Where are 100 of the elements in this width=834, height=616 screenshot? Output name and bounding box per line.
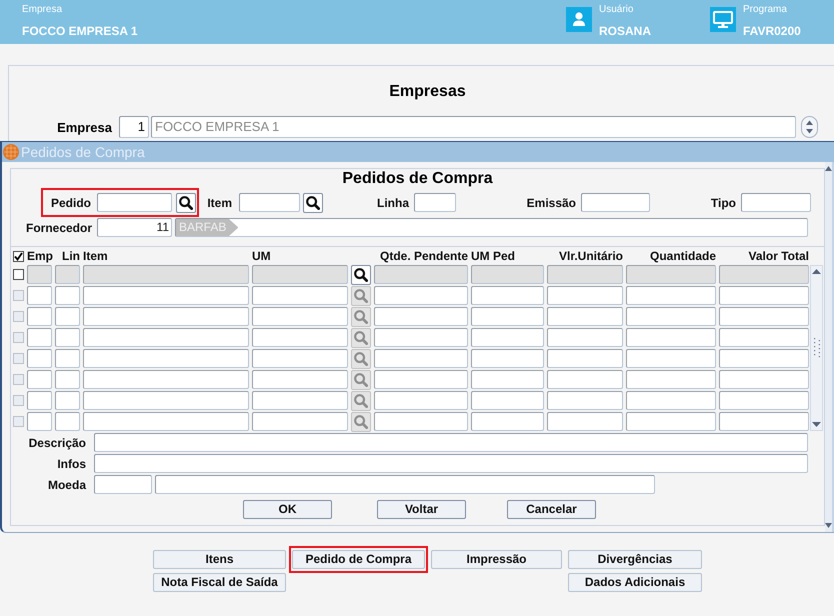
table-input-field[interactable] bbox=[252, 412, 348, 431]
checkbox[interactable] bbox=[13, 269, 24, 280]
window-scrollbar[interactable] bbox=[825, 162, 834, 532]
table-input-field[interactable] bbox=[27, 349, 52, 368]
table-input-field[interactable] bbox=[27, 307, 52, 326]
table-input-field[interactable] bbox=[83, 307, 249, 326]
table-input-field[interactable] bbox=[55, 328, 80, 347]
table-input-field[interactable] bbox=[55, 286, 80, 305]
table-input-field[interactable] bbox=[83, 265, 249, 284]
input-field[interactable] bbox=[414, 193, 456, 212]
table-input-field[interactable] bbox=[471, 265, 544, 284]
table-input-field[interactable] bbox=[27, 286, 52, 305]
table-input-field[interactable] bbox=[719, 370, 809, 389]
table-input-field[interactable] bbox=[626, 328, 716, 347]
table-input-field[interactable] bbox=[547, 412, 623, 431]
table-input-field[interactable] bbox=[27, 412, 52, 431]
table-input-field[interactable] bbox=[374, 370, 468, 389]
input-field[interactable] bbox=[239, 193, 300, 212]
table-input-field[interactable] bbox=[626, 370, 716, 389]
table-input-field[interactable] bbox=[55, 349, 80, 368]
table-input-field[interactable] bbox=[471, 328, 544, 347]
table-input-field[interactable] bbox=[719, 307, 809, 326]
table-input-field[interactable] bbox=[374, 328, 468, 347]
table-input-field[interactable] bbox=[55, 391, 80, 410]
table-input-field[interactable] bbox=[374, 349, 468, 368]
spinner-icon[interactable] bbox=[801, 116, 818, 138]
input-field[interactable] bbox=[94, 433, 808, 452]
table-input-field[interactable] bbox=[252, 328, 348, 347]
table-input-field[interactable] bbox=[471, 412, 544, 431]
table-input-field[interactable] bbox=[83, 328, 249, 347]
search-button[interactable] bbox=[176, 192, 196, 212]
table-input-field[interactable] bbox=[547, 328, 623, 347]
table-input-field[interactable] bbox=[719, 286, 809, 305]
table-input-field[interactable] bbox=[27, 265, 52, 284]
dialog-button[interactable]: OK bbox=[243, 500, 332, 519]
table-input-field[interactable] bbox=[374, 307, 468, 326]
table-input-field[interactable] bbox=[719, 412, 809, 431]
table-input-field[interactable] bbox=[719, 328, 809, 347]
table-input-field[interactable] bbox=[83, 412, 249, 431]
nav-button[interactable]: Itens bbox=[153, 550, 286, 569]
table-input-field[interactable] bbox=[252, 307, 348, 326]
table-input-field[interactable] bbox=[547, 370, 623, 389]
nav-button[interactable]: Nota Fiscal de Saída bbox=[153, 573, 286, 592]
table-input-field[interactable] bbox=[471, 349, 544, 368]
table-input-field[interactable] bbox=[626, 307, 716, 326]
dialog-button[interactable]: Cancelar bbox=[507, 500, 596, 519]
nav-button[interactable]: Impressão bbox=[431, 550, 562, 569]
table-input-field[interactable] bbox=[55, 265, 80, 284]
search-button[interactable] bbox=[303, 192, 323, 212]
nav-button[interactable]: Divergências bbox=[568, 550, 702, 569]
table-input-field[interactable] bbox=[55, 412, 80, 431]
table-input-field[interactable] bbox=[547, 391, 623, 410]
checkbox[interactable] bbox=[13, 250, 24, 262]
company-code-field[interactable]: 1 bbox=[119, 116, 149, 138]
table-input-field[interactable] bbox=[83, 391, 249, 410]
table-input-field[interactable] bbox=[547, 286, 623, 305]
table-input-field[interactable] bbox=[626, 265, 716, 284]
search-button[interactable] bbox=[351, 264, 371, 284]
input-field[interactable] bbox=[741, 193, 811, 212]
table-input-field[interactable] bbox=[471, 286, 544, 305]
supplier-code-field[interactable]: 11 bbox=[97, 218, 172, 237]
nav-button[interactable]: Pedido de Compra bbox=[292, 550, 425, 569]
table-input-field[interactable] bbox=[374, 286, 468, 305]
table-input-field[interactable] bbox=[252, 349, 348, 368]
table-input-field[interactable] bbox=[252, 265, 348, 284]
input-field[interactable] bbox=[97, 193, 172, 212]
table-input-field[interactable] bbox=[252, 391, 348, 410]
table-input-field[interactable] bbox=[626, 391, 716, 410]
table-input-field[interactable] bbox=[83, 349, 249, 368]
table-input-field[interactable] bbox=[547, 349, 623, 368]
table-input-field[interactable] bbox=[27, 328, 52, 347]
table-input-field[interactable] bbox=[626, 412, 716, 431]
table-input-field[interactable] bbox=[374, 412, 468, 431]
table-input-field[interactable] bbox=[626, 349, 716, 368]
table-scrollbar[interactable] bbox=[810, 265, 823, 431]
table-input-field[interactable] bbox=[83, 370, 249, 389]
table-input-field[interactable] bbox=[719, 265, 809, 284]
table-input-field[interactable] bbox=[27, 391, 52, 410]
input-field[interactable] bbox=[581, 193, 650, 212]
table-input-field[interactable] bbox=[471, 370, 544, 389]
table-input-field[interactable] bbox=[719, 391, 809, 410]
table-input-field[interactable] bbox=[547, 307, 623, 326]
nav-button[interactable]: Dados Adicionais bbox=[568, 573, 702, 592]
table-input-field[interactable] bbox=[252, 370, 348, 389]
input-field[interactable] bbox=[94, 454, 808, 473]
table-input-field[interactable] bbox=[471, 391, 544, 410]
dialog-button[interactable]: Voltar bbox=[377, 500, 466, 519]
table-input-field[interactable] bbox=[55, 370, 80, 389]
table-input-field[interactable] bbox=[719, 349, 809, 368]
table-input-field[interactable] bbox=[471, 307, 544, 326]
table-input-field[interactable] bbox=[626, 286, 716, 305]
table-input-field[interactable] bbox=[252, 286, 348, 305]
table-input-field[interactable] bbox=[374, 265, 468, 284]
table-input-field[interactable] bbox=[374, 391, 468, 410]
table-input-field[interactable] bbox=[27, 370, 52, 389]
table-input-field[interactable] bbox=[83, 286, 249, 305]
input-field[interactable] bbox=[155, 475, 655, 494]
table-input-field[interactable] bbox=[547, 265, 623, 284]
table-input-field[interactable] bbox=[55, 307, 80, 326]
input-field[interactable] bbox=[94, 475, 152, 494]
